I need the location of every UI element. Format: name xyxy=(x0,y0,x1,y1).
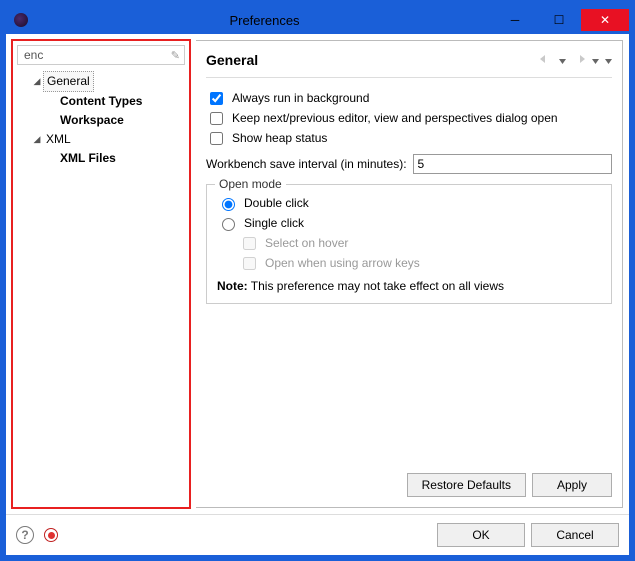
heap-label: Show heap status xyxy=(232,131,327,145)
tree-label: XML Files xyxy=(57,149,119,168)
tree-item-content-types[interactable]: Content Types xyxy=(17,92,185,111)
open-arrow-row: Open when using arrow keys xyxy=(239,253,601,273)
note-label: Note: xyxy=(217,279,248,293)
preference-tree[interactable]: ◢ General Content Types Workspace ◢ XML xyxy=(17,71,185,168)
heap-row: Show heap status xyxy=(206,128,612,148)
select-hover-label: Select on hover xyxy=(265,236,348,250)
nav-icons xyxy=(539,53,612,67)
expand-icon[interactable]: ◢ xyxy=(31,130,43,149)
back-menu-icon[interactable] xyxy=(559,53,566,67)
single-click-radio[interactable] xyxy=(222,218,235,231)
footer: ? OK Cancel xyxy=(6,514,629,555)
note-text: This preference may not take effect on a… xyxy=(248,279,504,293)
single-click-label: Single click xyxy=(244,216,304,230)
cancel-button[interactable]: Cancel xyxy=(531,523,619,547)
ok-button[interactable]: OK xyxy=(437,523,525,547)
forward-menu-icon[interactable] xyxy=(592,53,599,67)
eclipse-icon xyxy=(14,13,28,27)
tree-item-workspace[interactable]: Workspace xyxy=(17,111,185,130)
filter-input[interactable] xyxy=(22,47,142,63)
open-arrow-label: Open when using arrow keys xyxy=(265,256,420,270)
note-row: Note: This preference may not take effec… xyxy=(217,279,601,293)
tree-item-general[interactable]: ◢ General xyxy=(17,71,185,92)
select-hover-row: Select on hover xyxy=(239,233,601,253)
apply-button[interactable]: Apply xyxy=(532,473,612,497)
keep-dialog-label: Keep next/previous editor, view and pers… xyxy=(232,111,558,125)
footer-right: OK Cancel xyxy=(437,523,619,547)
tree-label: Workspace xyxy=(57,111,127,130)
titlebar: Preferences ─ ☐ ✕ xyxy=(6,6,629,34)
page-buttons: Restore Defaults Apply xyxy=(206,473,612,497)
double-click-label: Double click xyxy=(244,196,309,210)
double-click-row: Double click xyxy=(217,193,601,213)
keep-dialog-row: Keep next/previous editor, view and pers… xyxy=(206,108,612,128)
tree-item-xml-files[interactable]: XML Files xyxy=(17,149,185,168)
always-background-row: Always run in background xyxy=(206,88,612,108)
footer-left: ? xyxy=(16,526,58,544)
filter-row: ✎ xyxy=(17,45,185,65)
single-click-row: Single click xyxy=(217,213,601,233)
open-mode-legend: Open mode xyxy=(215,177,286,191)
tree-label: Content Types xyxy=(57,92,145,111)
save-interval-input[interactable] xyxy=(413,154,612,174)
minimize-button[interactable]: ─ xyxy=(493,9,537,31)
sidebar: ✎ ◢ General Content Types Workspace xyxy=(12,40,190,508)
open-arrow-checkbox xyxy=(243,257,256,270)
restore-defaults-button[interactable]: Restore Defaults xyxy=(407,473,526,497)
always-background-label: Always run in background xyxy=(232,91,369,105)
save-interval-label: Workbench save interval (in minutes): xyxy=(206,157,407,171)
dialog-body: ✎ ◢ General Content Types Workspace xyxy=(6,34,629,555)
forward-icon[interactable] xyxy=(572,53,586,67)
tree-item-xml[interactable]: ◢ XML xyxy=(17,130,185,149)
clear-filter-icon[interactable]: ✎ xyxy=(171,49,180,62)
open-mode-group: Open mode Double click Single click Sele… xyxy=(206,184,612,304)
window-title: Preferences xyxy=(36,13,493,28)
heap-checkbox[interactable] xyxy=(210,132,223,145)
content-panel: General xyxy=(196,40,623,508)
page-title: General xyxy=(206,52,258,68)
close-button[interactable]: ✕ xyxy=(581,9,629,31)
main-area: ✎ ◢ General Content Types Workspace xyxy=(6,34,629,514)
content-header: General xyxy=(206,49,612,71)
preferences-window: Preferences ─ ☐ ✕ ✎ ◢ General xyxy=(0,0,635,561)
keep-dialog-checkbox[interactable] xyxy=(210,112,223,125)
tree-label: General xyxy=(43,71,94,92)
select-hover-checkbox xyxy=(243,237,256,250)
expand-icon[interactable]: ◢ xyxy=(31,72,43,91)
view-menu-icon[interactable] xyxy=(605,53,612,67)
record-icon[interactable] xyxy=(44,528,58,542)
separator xyxy=(206,77,612,78)
tree-label: XML xyxy=(43,130,74,149)
save-interval-row: Workbench save interval (in minutes): xyxy=(206,154,612,174)
maximize-button[interactable]: ☐ xyxy=(537,9,581,31)
back-icon[interactable] xyxy=(539,53,553,67)
double-click-radio[interactable] xyxy=(222,198,235,211)
always-background-checkbox[interactable] xyxy=(210,92,223,105)
window-buttons: ─ ☐ ✕ xyxy=(493,9,629,31)
help-icon[interactable]: ? xyxy=(16,526,34,544)
